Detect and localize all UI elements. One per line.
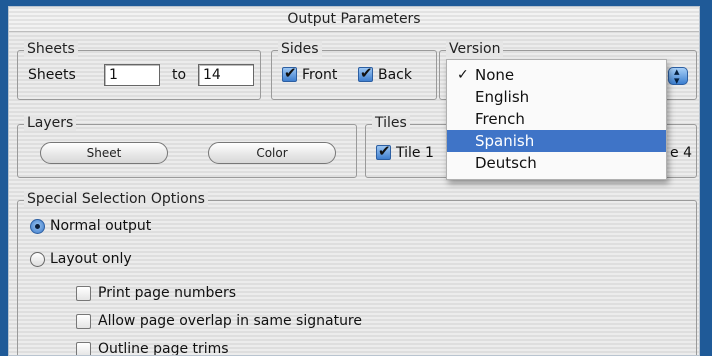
layout-only-label[interactable]: Layout only — [50, 251, 132, 267]
version-option-label: None — [475, 66, 515, 84]
version-legend: Version — [446, 41, 504, 57]
allow-page-overlap-checkbox[interactable] — [76, 314, 91, 329]
version-option-label: Spanish — [475, 132, 535, 150]
sheets-legend: Sheets — [24, 41, 78, 57]
front-checkbox[interactable]: ✔ — [282, 64, 297, 82]
version-option-deutsch[interactable]: Deutsch — [447, 152, 666, 174]
back-checkbox[interactable]: ✔ — [358, 64, 373, 82]
print-page-numbers-label[interactable]: Print page numbers — [98, 285, 236, 301]
sides-legend: Sides — [278, 41, 322, 57]
version-option-label: English — [475, 88, 530, 106]
outline-page-trims-label[interactable]: Outline page trims — [98, 341, 229, 355]
normal-output-radio[interactable] — [30, 219, 45, 234]
normal-output-label[interactable]: Normal output — [50, 218, 151, 234]
version-option-label: French — [475, 110, 525, 128]
sheets-label: Sheets — [28, 67, 76, 83]
checkmark-icon: ✔ — [360, 64, 373, 82]
sheets-to-field[interactable]: 14 — [198, 64, 254, 86]
layers-legend: Layers — [24, 115, 77, 131]
checkmark-icon: ✓ — [457, 67, 469, 83]
version-popup-menu: ✓ None English French Spanish Deutsch — [446, 59, 667, 180]
front-label[interactable]: Front — [302, 67, 337, 83]
sheet-layer-button[interactable]: Sheet — [40, 142, 168, 164]
window-title: Output Parameters — [287, 11, 421, 27]
version-option-spanish[interactable]: Spanish — [447, 130, 666, 152]
title-bar[interactable]: Output Parameters — [9, 7, 699, 32]
allow-page-overlap-label[interactable]: Allow page overlap in same signature — [98, 313, 362, 329]
print-page-numbers-checkbox[interactable] — [76, 286, 91, 301]
sheets-from-field[interactable]: 1 — [104, 64, 160, 86]
sheets-group: Sheets Sheets 1 to 14 — [17, 41, 261, 100]
version-popup-button[interactable]: ▴ ▾ — [668, 65, 688, 87]
tiles-legend: Tiles — [372, 115, 410, 131]
layers-group: Layers Sheet Color — [17, 115, 357, 178]
back-label[interactable]: Back — [378, 67, 412, 83]
tile1-label[interactable]: Tile 1 — [396, 145, 434, 161]
sides-group: Sides ✔ Front ✔ Back — [271, 41, 437, 100]
updown-arrows-icon: ▴ ▾ — [674, 65, 680, 87]
sheets-to-label: to — [172, 67, 187, 83]
version-option-none[interactable]: ✓ None — [447, 64, 666, 86]
checkmark-icon: ✔ — [378, 142, 391, 160]
checkmark-icon: ✔ — [284, 64, 297, 82]
layout-only-radio[interactable] — [30, 252, 45, 267]
special-selection-group: Special Selection Options Normal output … — [17, 191, 697, 355]
version-option-french[interactable]: French — [447, 108, 666, 130]
special-selection-legend: Special Selection Options — [24, 191, 208, 207]
radio-dot-icon — [35, 224, 40, 229]
outline-page-trims-checkbox[interactable] — [76, 342, 91, 355]
version-option-english[interactable]: English — [447, 86, 666, 108]
version-option-label: Deutsch — [475, 154, 537, 172]
tile1-checkbox[interactable]: ✔ — [376, 142, 391, 160]
tile4-label-clipped: e 4 — [670, 145, 692, 161]
color-layer-button[interactable]: Color — [208, 142, 336, 164]
